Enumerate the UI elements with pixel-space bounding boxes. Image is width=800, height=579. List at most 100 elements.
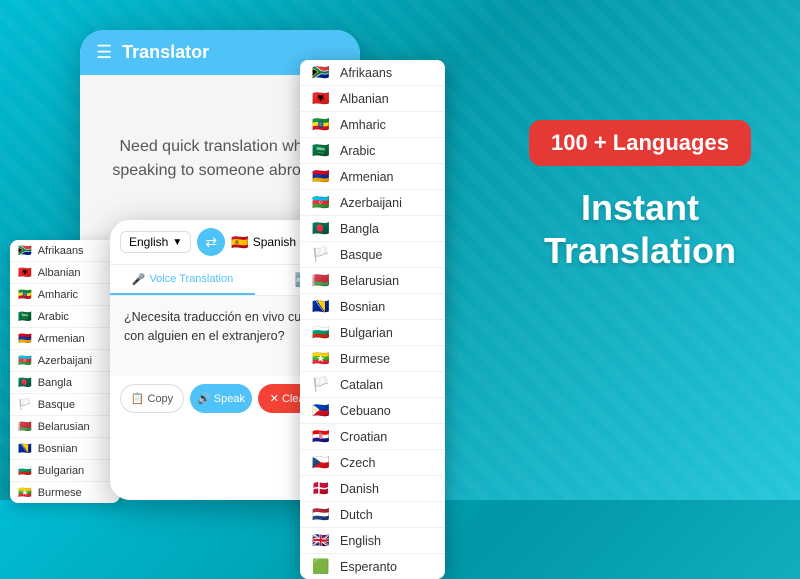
flag-icon: 🇦🇿 bbox=[18, 354, 32, 367]
language-list-item[interactable]: 🇧🇩 Bangla bbox=[300, 216, 445, 242]
flag-icon: 🇿🇦 bbox=[18, 244, 32, 257]
language-name: Czech bbox=[340, 456, 375, 470]
flag-icon: 🏳️ bbox=[18, 398, 32, 411]
left-language-item[interactable]: 🇧🇩Bangla bbox=[10, 372, 120, 394]
language-list-item[interactable]: 🇩🇰 Danish bbox=[300, 476, 445, 502]
flag-icon: 🇸🇦 bbox=[18, 310, 32, 323]
language-name: Azerbaijani bbox=[38, 355, 92, 367]
language-name: English bbox=[340, 534, 381, 548]
left-language-item[interactable]: 🇧🇬Bulgarian bbox=[10, 460, 120, 482]
left-language-item[interactable]: 🇦🇱 Albanian bbox=[10, 262, 120, 284]
flag-icon: 🇸🇦 bbox=[310, 143, 332, 158]
language-name: Burmese bbox=[340, 352, 390, 366]
source-lang-label: English bbox=[129, 235, 168, 249]
language-name: Basque bbox=[340, 248, 382, 262]
flag-icon: 🇬🇧 bbox=[310, 533, 332, 548]
left-language-item[interactable]: 🇧🇦 Bosnian bbox=[10, 438, 120, 460]
voice-translation-tab[interactable]: 🎤 Voice Translation bbox=[110, 265, 255, 295]
language-name: Albanian bbox=[38, 267, 81, 279]
language-list-item[interactable]: 🇦🇿Azerbaijani bbox=[300, 190, 445, 216]
flag-icon: 🇧🇦 bbox=[18, 442, 32, 455]
language-name: Dutch bbox=[340, 508, 373, 522]
target-language-selector[interactable]: 🇪🇸 Spanish bbox=[231, 234, 296, 251]
flag-icon: 🇭🇷 bbox=[310, 429, 332, 444]
flag-icon: 🏳️ bbox=[310, 377, 332, 392]
language-name: Belarusian bbox=[340, 274, 399, 288]
language-list-item[interactable]: 🇪🇹 Amharic bbox=[300, 112, 445, 138]
language-list-item[interactable]: 🇬🇧 English bbox=[300, 528, 445, 554]
mic-icon: 🎤 bbox=[132, 273, 146, 286]
language-name: Amharic bbox=[38, 289, 78, 301]
copy-button[interactable]: 📋 Copy bbox=[120, 384, 184, 413]
flag-icon: 🇲🇲 bbox=[18, 486, 32, 499]
flag-icon: 🇧🇦 bbox=[310, 299, 332, 314]
flag-icon: 🟩 bbox=[310, 559, 332, 574]
language-name: Catalan bbox=[340, 378, 383, 392]
flag-icon: 🇧🇩 bbox=[18, 376, 32, 389]
language-name: Bosnian bbox=[38, 443, 78, 455]
left-language-item[interactable]: 🇸🇦 Arabic bbox=[10, 306, 120, 328]
language-list-item[interactable]: 🇧🇾 Belarusian bbox=[300, 268, 445, 294]
language-list-item[interactable]: 🇦🇲Armenian bbox=[300, 164, 445, 190]
language-name: Armenian bbox=[340, 170, 394, 184]
dropdown-arrow-icon: ▼ bbox=[172, 237, 182, 248]
language-name: Cebuano bbox=[340, 404, 391, 418]
language-list-item[interactable]: 🇧🇬Bulgarian bbox=[300, 320, 445, 346]
language-list-item[interactable]: 🇸🇦 Arabic bbox=[300, 138, 445, 164]
swap-languages-button[interactable]: ⇄ bbox=[197, 228, 225, 256]
left-language-list[interactable]: 🇿🇦Afrikaans 🇦🇱 Albanian 🇪🇹Amharic 🇸🇦 Arabic 🇦🇲… bbox=[10, 240, 120, 503]
language-list-item[interactable]: 🇵🇭Cebuano bbox=[300, 398, 445, 424]
source-language-selector[interactable]: English ▼ bbox=[120, 231, 191, 253]
language-name: Armenian bbox=[38, 333, 85, 345]
language-dropdown[interactable]: 🇿🇦Afrikaans🇦🇱Albanian 🇪🇹 Amharic 🇸🇦 Arabic 🇦🇲… bbox=[300, 60, 445, 579]
hero-title: Instant Translation bbox=[520, 186, 760, 272]
language-list-item[interactable]: 🇿🇦Afrikaans bbox=[300, 60, 445, 86]
language-name: Bangla bbox=[340, 222, 379, 236]
language-list-item[interactable]: 🏳️ Basque bbox=[300, 242, 445, 268]
language-list-item[interactable]: 🏳️ Catalan bbox=[300, 372, 445, 398]
flag-icon: 🇪🇹 bbox=[310, 117, 332, 132]
speaker-icon: 🔊 bbox=[197, 392, 211, 405]
language-name: Bosnian bbox=[340, 300, 385, 314]
hamburger-icon[interactable]: ☰ bbox=[96, 42, 112, 63]
language-list-item[interactable]: 🟩 Esperanto bbox=[300, 554, 445, 579]
language-list-item[interactable]: 🇳🇱Dutch bbox=[300, 502, 445, 528]
flag-icon: 🏳️ bbox=[310, 247, 332, 262]
app-container: 100 + Languages Instant Translation ☰ Tr… bbox=[0, 0, 800, 500]
flag-icon: 🇩🇰 bbox=[310, 481, 332, 496]
left-language-item[interactable]: 🇿🇦Afrikaans bbox=[10, 240, 120, 262]
left-language-item[interactable]: 🏳️Basque bbox=[10, 394, 120, 416]
flag-icon: 🇧🇩 bbox=[310, 221, 332, 236]
languages-badge: 100 + Languages bbox=[529, 120, 751, 166]
language-name: Bulgarian bbox=[38, 465, 84, 477]
language-name: Arabic bbox=[38, 311, 69, 323]
flag-icon: 🇦🇱 bbox=[18, 266, 32, 279]
language-name: Albanian bbox=[340, 92, 389, 106]
language-list-item[interactable]: 🇭🇷 Croatian bbox=[300, 424, 445, 450]
language-name: Bulgarian bbox=[340, 326, 393, 340]
left-language-item[interactable]: 🇦🇿 Azerbaijani bbox=[10, 350, 120, 372]
flag-icon: 🇿🇦 bbox=[310, 65, 332, 80]
language-name: Croatian bbox=[340, 430, 387, 444]
language-name: Danish bbox=[340, 482, 379, 496]
language-name: Belarusian bbox=[38, 421, 90, 433]
left-language-item[interactable]: 🇧🇾 Belarusian bbox=[10, 416, 120, 438]
flag-icon: 🇧🇾 bbox=[18, 420, 32, 433]
left-language-item[interactable]: 🇦🇲 Armenian bbox=[10, 328, 120, 350]
language-name: Amharic bbox=[340, 118, 386, 132]
speak-button[interactable]: 🔊 Speak bbox=[190, 384, 252, 413]
language-list-item[interactable]: 🇧🇦 Bosnian bbox=[300, 294, 445, 320]
flag-icon: 🇧🇾 bbox=[310, 273, 332, 288]
language-list-item[interactable]: 🇨🇿 Czech bbox=[300, 450, 445, 476]
flag-icon: 🇨🇿 bbox=[310, 455, 332, 470]
flag-icon: 🇦🇲 bbox=[18, 332, 32, 345]
left-language-item[interactable]: 🇪🇹Amharic bbox=[10, 284, 120, 306]
flag-icon: 🇲🇲 bbox=[310, 351, 332, 366]
language-name: Burmese bbox=[38, 487, 82, 499]
flag-icon: 🇦🇿 bbox=[310, 195, 332, 210]
language-name: Arabic bbox=[340, 144, 375, 158]
language-list-item[interactable]: 🇲🇲 Burmese bbox=[300, 346, 445, 372]
clear-icon: ✕ bbox=[270, 392, 279, 405]
language-name: Esperanto bbox=[340, 560, 397, 574]
language-list-item[interactable]: 🇦🇱Albanian bbox=[300, 86, 445, 112]
